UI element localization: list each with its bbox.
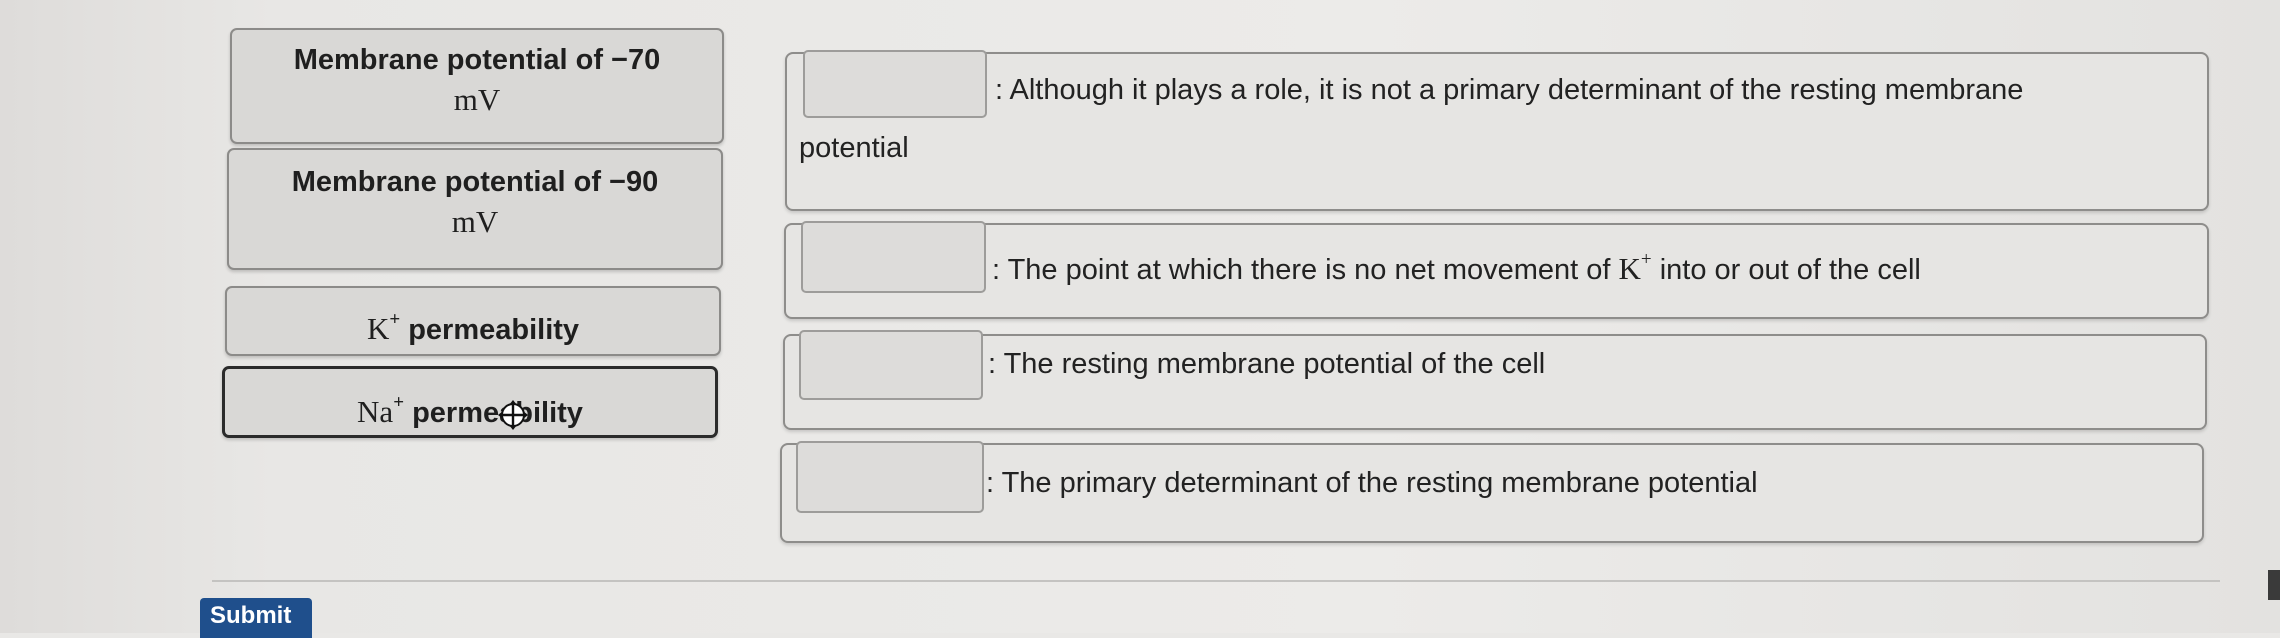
target-description: : The point at which there is no net mov… xyxy=(992,249,1921,287)
choice-text: permeability xyxy=(408,314,580,346)
choice-na-permeability[interactable]: Na+ permeability xyxy=(222,366,718,438)
ion-symbol: Na xyxy=(357,394,394,429)
target-description-continued: potential xyxy=(799,132,909,164)
text-after: into or out of the cell xyxy=(1651,254,1921,286)
choice-unit: mV xyxy=(453,82,501,117)
drop-slot[interactable] xyxy=(803,50,987,118)
choice-membrane-potential-70[interactable]: Membrane potential of −70 mV xyxy=(230,28,724,144)
drop-slot[interactable] xyxy=(801,221,986,293)
scrollbar-edge[interactable] xyxy=(2268,570,2280,600)
choice-unit: mV xyxy=(451,204,499,239)
ion-charge: + xyxy=(389,309,401,330)
choice-text: Membrane potential of −90 xyxy=(291,166,659,198)
target-description: : The primary determinant of the resting… xyxy=(986,467,1758,499)
ion-symbol: K xyxy=(1618,251,1641,286)
ion-charge: + xyxy=(393,392,405,413)
choice-text: Membrane potential of −70 xyxy=(293,44,661,76)
ion-symbol: K xyxy=(366,311,390,346)
drop-target-4: : The primary determinant of the resting… xyxy=(780,441,2204,543)
drop-target-2: : The point at which there is no net mov… xyxy=(784,221,2209,319)
target-description: : Although it plays a role, it is not a … xyxy=(995,74,2024,106)
screen: Membrane potential of −70 mV Membrane po… xyxy=(0,0,2280,638)
move-cursor-icon xyxy=(498,400,528,430)
target-description: : The resting membrane potential of the … xyxy=(988,348,1546,380)
submit-button[interactable]: Submit xyxy=(200,598,312,638)
drop-target-1: : Although it plays a role, it is not a … xyxy=(785,50,2209,211)
choice-k-permeability[interactable]: K+ permeability xyxy=(225,286,721,356)
text-before: : The point at which there is no net mov… xyxy=(992,254,1619,286)
divider xyxy=(212,580,2220,582)
drop-slot[interactable] xyxy=(799,330,983,400)
choice-membrane-potential-90[interactable]: Membrane potential of −90 mV xyxy=(227,148,723,270)
drop-slot[interactable] xyxy=(796,441,984,513)
ion-charge: + xyxy=(1640,249,1652,270)
drop-target-3: : The resting membrane potential of the … xyxy=(783,330,2207,430)
